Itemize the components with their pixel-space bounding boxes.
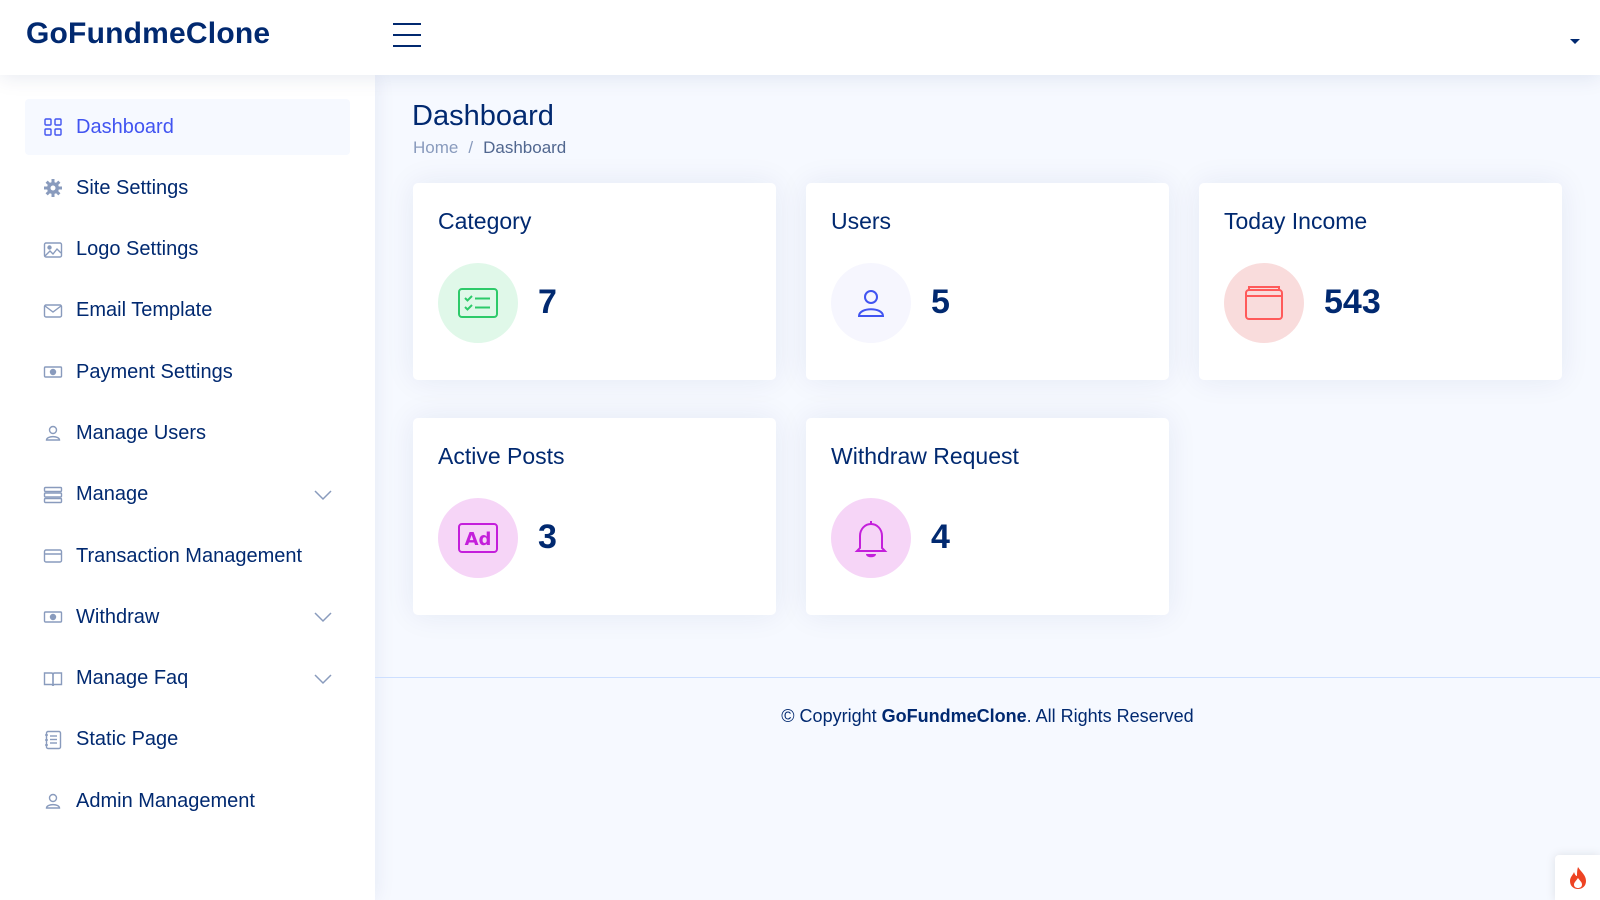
wallet-icon xyxy=(1224,263,1304,343)
brand-logo[interactable]: GoFundmeClone xyxy=(26,17,270,51)
active-posts-count: 3 xyxy=(538,518,557,556)
sidebar-item-static-page[interactable]: Static Page xyxy=(25,712,350,768)
users-card: Users 5 xyxy=(806,183,1169,380)
sidebar: Dashboard Site Settings Logo Settings Em… xyxy=(0,75,375,900)
breadcrumb-current: Dashboard xyxy=(483,138,567,157)
ad-icon: Ad xyxy=(438,498,518,578)
sidebar-item-label: Manage Faq xyxy=(76,667,189,690)
cash-icon xyxy=(43,607,63,627)
today-income-value: 543 xyxy=(1324,283,1381,321)
breadcrumb-separator: / xyxy=(468,138,474,157)
sidebar-item-email-template[interactable]: Email Template xyxy=(25,283,350,339)
card-checklist-icon xyxy=(438,263,518,343)
sidebar-item-manage-users[interactable]: Manage Users xyxy=(25,405,350,461)
gear-icon xyxy=(43,178,63,198)
grid-icon xyxy=(43,117,63,137)
chevron-down-icon[interactable] xyxy=(314,610,332,623)
category-card: Category 7 xyxy=(413,183,776,380)
sidebar-item-manage-faq[interactable]: Manage Faq xyxy=(25,651,350,707)
cash-icon xyxy=(43,362,63,382)
sidebar-item-logo-settings[interactable]: Logo Settings xyxy=(25,222,350,278)
caret-down-icon[interactable] xyxy=(1569,33,1581,44)
category-count: 7 xyxy=(538,283,557,321)
card-title: Active Posts xyxy=(438,443,565,469)
sidebar-item-label: Logo Settings xyxy=(76,238,199,261)
journal-icon xyxy=(43,730,63,750)
sidebar-item-label: Static Page xyxy=(76,728,179,751)
sidebar-item-label: Email Template xyxy=(76,299,213,322)
sidebar-item-label: Payment Settings xyxy=(76,360,233,383)
sidebar-item-label: Manage Users xyxy=(76,421,207,444)
card-title: Withdraw Request xyxy=(831,443,1019,469)
card-title: Category xyxy=(438,208,532,234)
person-icon xyxy=(43,791,63,811)
page-title: Dashboard xyxy=(412,100,554,132)
person-icon xyxy=(43,423,63,443)
card-title: Users xyxy=(831,208,892,234)
breadcrumb-home-link[interactable]: Home xyxy=(413,138,458,158)
withdraw-request-count: 4 xyxy=(931,518,950,556)
active-posts-card: Active Posts Ad 3 xyxy=(413,418,776,615)
sidebar-item-label: Transaction Management xyxy=(76,544,303,567)
users-count: 5 xyxy=(931,283,950,321)
hamburger-menu-icon[interactable] xyxy=(393,23,423,51)
sidebar-item-admin-management[interactable]: Admin Management xyxy=(25,773,350,829)
envelope-icon xyxy=(43,301,63,321)
sidebar-item-label: Manage xyxy=(76,483,149,506)
sidebar-item-withdraw[interactable]: Withdraw xyxy=(25,589,350,645)
footer-copyright: © Copyright GoFundmeClone. All Rights Re… xyxy=(375,706,1600,727)
image-icon xyxy=(43,240,63,260)
sidebar-item-payment-settings[interactable]: Payment Settings xyxy=(25,344,350,400)
sidebar-item-label: Site Settings xyxy=(76,176,189,199)
top-header: GoFundmeClone xyxy=(0,0,1600,75)
today-income-card: Today Income 543 xyxy=(1199,183,1562,380)
book-icon xyxy=(43,669,63,689)
layers-icon xyxy=(43,485,63,505)
sidebar-item-label: Admin Management xyxy=(76,789,255,812)
sidebar-item-dashboard[interactable]: Dashboard xyxy=(25,99,350,155)
credit-card-icon xyxy=(43,546,63,566)
withdraw-request-card: Withdraw Request 4 xyxy=(806,418,1169,615)
breadcrumb: Home / Dashboard xyxy=(413,138,566,158)
sidebar-item-label: Withdraw xyxy=(76,605,160,628)
flame-icon[interactable] xyxy=(1555,855,1600,900)
sidebar-item-manage[interactable]: Manage xyxy=(25,467,350,523)
footer-divider xyxy=(375,677,1600,678)
chevron-down-icon[interactable] xyxy=(314,488,332,500)
sidebar-item-site-settings[interactable]: Site Settings xyxy=(25,160,350,216)
sidebar-item-transaction-management[interactable]: Transaction Management xyxy=(25,528,350,584)
person-icon xyxy=(831,263,911,343)
sidebar-item-label: Dashboard xyxy=(76,115,174,138)
footer-brand: GoFundmeClone xyxy=(881,706,1027,726)
bell-icon xyxy=(831,498,911,578)
footer-suffix: . All Rights Reserved xyxy=(1026,706,1194,726)
chevron-down-icon[interactable] xyxy=(314,672,332,684)
svg-text:Ad: Ad xyxy=(465,529,492,550)
footer-prefix: © Copyright xyxy=(781,706,882,726)
card-title: Today Income xyxy=(1224,208,1368,234)
